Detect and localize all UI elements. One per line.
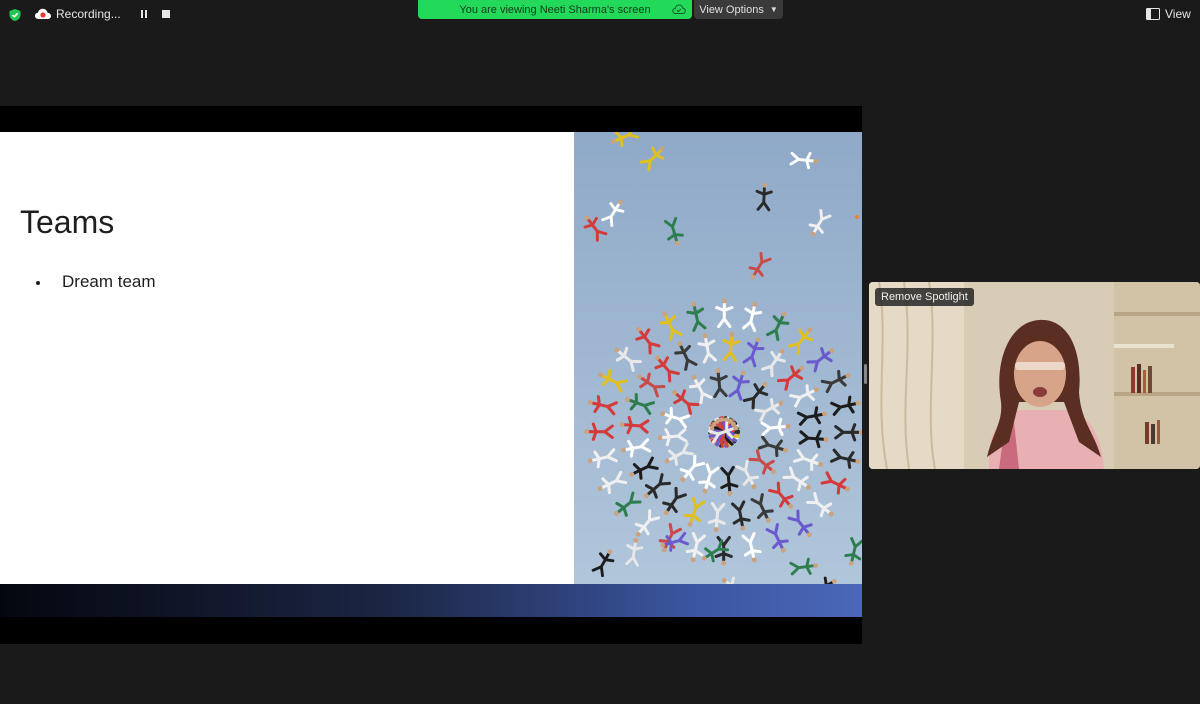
recording-indicator-dot <box>855 215 859 219</box>
viewing-screen-text: You are viewing Neeti Sharma's screen <box>459 3 651 16</box>
presentation-slide: Teams Dream team <box>0 132 862 617</box>
pause-icon <box>140 5 148 23</box>
slide-text-panel: Teams Dream team <box>0 132 574 584</box>
panel-resize-handle[interactable] <box>864 364 867 384</box>
security-shield-icon[interactable] <box>8 8 22 22</box>
slide-footer-band <box>0 584 862 617</box>
slide-bullet-text: Dream team <box>62 272 156 291</box>
cloud-recording-icon <box>35 8 51 19</box>
view-button[interactable]: View <box>1146 4 1191 24</box>
view-label: View <box>1165 7 1191 21</box>
cloud-icon <box>672 4 686 14</box>
stop-icon <box>161 10 170 18</box>
slide-bullet-item: Dream team <box>36 272 156 292</box>
spotlight-video-tile[interactable]: Remove Spotlight <box>869 282 1200 469</box>
shared-screen[interactable]: Teams Dream team <box>0 106 862 644</box>
skydivers-formation-image <box>574 132 862 617</box>
view-options-label: View Options <box>699 3 764 16</box>
slide-bullet-list: Dream team <box>36 272 156 292</box>
bullet-dot-icon <box>36 281 40 285</box>
pause-recording-button[interactable] <box>135 5 153 23</box>
stop-recording-button[interactable] <box>157 5 175 23</box>
chevron-down-icon: ▼ <box>769 5 778 14</box>
viewing-screen-banner: You are viewing Neeti Sharma's screen <box>418 0 692 19</box>
recording-controls: Recording... <box>34 4 179 24</box>
remove-spotlight-button[interactable]: Remove Spotlight <box>875 288 974 306</box>
slide-title: Teams <box>20 204 115 240</box>
view-options-button[interactable]: View Options ▼ <box>694 0 783 19</box>
participant-video <box>869 282 1200 469</box>
view-icon <box>1146 8 1160 20</box>
remove-spotlight-label: Remove Spotlight <box>881 291 968 303</box>
recording-status-label: Recording... <box>56 7 121 21</box>
